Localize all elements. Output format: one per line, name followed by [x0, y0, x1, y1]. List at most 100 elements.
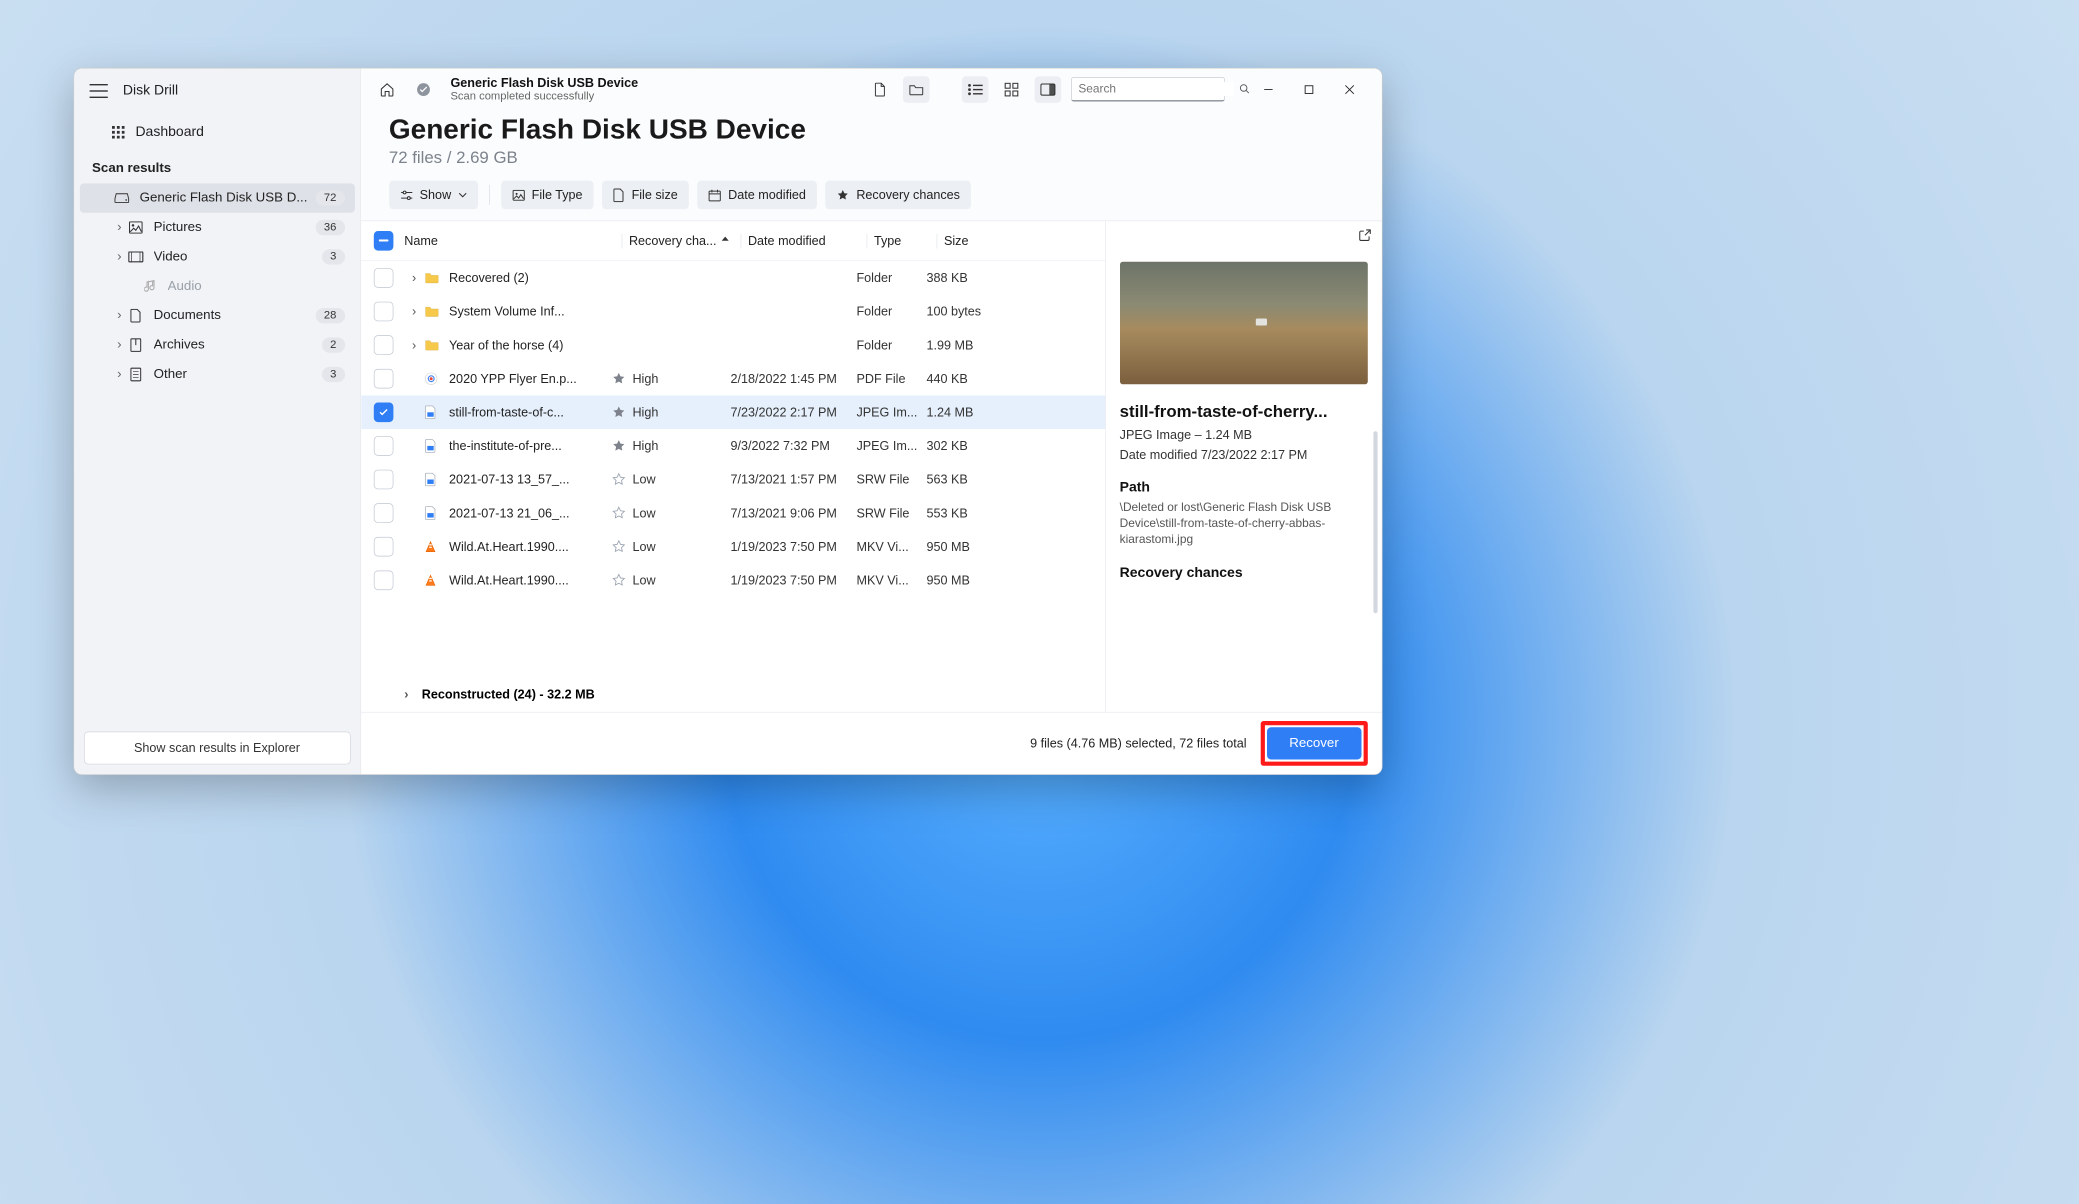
table-row[interactable]: 2021-07-13 13_57_...Low7/13/2021 1:57 PM… — [361, 463, 1105, 497]
file-name: Wild.At.Heart.1990.... — [449, 539, 611, 554]
chevron-right-icon: › — [112, 220, 127, 235]
row-checkbox[interactable] — [373, 369, 393, 389]
date-value: 9/3/2022 7:32 PM — [730, 439, 856, 454]
row-checkbox[interactable] — [373, 403, 393, 423]
expander-icon[interactable]: › — [404, 271, 424, 286]
type-value: SRW File — [856, 506, 926, 521]
chip-recovery[interactable]: Recovery chances — [826, 181, 972, 210]
file-icon — [424, 272, 445, 285]
table-row[interactable]: 2021-07-13 21_06_...Low7/13/2021 9:06 PM… — [361, 496, 1105, 530]
sidebar: Disk Drill Dashboard Scan results Generi… — [74, 69, 361, 775]
sidebar-item-archives[interactable]: ›Archives2 — [79, 330, 354, 359]
list-view-icon[interactable] — [961, 76, 988, 103]
row-checkbox[interactable] — [373, 503, 393, 523]
preview-date: Date modified 7/23/2022 2:17 PM — [1120, 448, 1368, 463]
popout-icon[interactable] — [1358, 228, 1372, 242]
sidebar-item-count: 28 — [315, 308, 344, 323]
col-recovery-label: Recovery cha... — [629, 233, 717, 248]
recover-button[interactable]: Recover — [1267, 727, 1361, 759]
nav-dashboard-label: Dashboard — [135, 124, 203, 140]
menu-icon[interactable] — [89, 84, 107, 98]
sidebar-item-other[interactable]: ›Other3 — [79, 360, 354, 389]
star-icon — [611, 372, 632, 386]
pictures-icon — [127, 221, 144, 234]
row-checkbox[interactable] — [373, 571, 393, 591]
star-icon — [611, 506, 632, 520]
sidebar-item-count: 2 — [322, 337, 345, 352]
table-row[interactable]: Wild.At.Heart.1990....Low1/19/2023 7:50 … — [361, 564, 1105, 598]
file-icon — [424, 405, 445, 419]
archives-icon — [127, 338, 144, 352]
grid-icon — [112, 126, 125, 139]
expander-icon[interactable]: › — [404, 338, 424, 353]
chip-show[interactable]: Show — [389, 181, 478, 210]
close-button[interactable] — [1330, 77, 1369, 101]
reconstructed-group[interactable]: › Reconstructed (24) - 32.2 MB — [361, 678, 1105, 712]
table-row[interactable]: ›System Volume Inf...Folder100 bytes — [361, 295, 1105, 329]
file-icon — [424, 506, 445, 520]
home-icon[interactable] — [373, 76, 400, 103]
folder-icon[interactable] — [903, 76, 930, 103]
preview-scrollbar[interactable] — [1373, 431, 1377, 613]
row-checkbox[interactable] — [373, 470, 393, 490]
maximize-button[interactable] — [1289, 77, 1328, 101]
size-value: 100 bytes — [926, 304, 1003, 319]
col-type[interactable]: Type — [866, 233, 936, 248]
table-row[interactable]: the-institute-of-pre...High9/3/2022 7:32… — [361, 429, 1105, 463]
size-value: 440 KB — [926, 371, 1003, 386]
search-input[interactable] — [1078, 82, 1233, 96]
show-in-explorer-button[interactable]: Show scan results in Explorer — [84, 732, 351, 765]
app-title: Disk Drill — [123, 83, 178, 99]
grid-view-icon[interactable] — [998, 76, 1025, 103]
chip-date-modified[interactable]: Date modified — [697, 181, 817, 210]
page-subtitle: 72 files / 2.69 GB — [389, 148, 1354, 168]
star-icon — [611, 540, 632, 554]
select-all-checkbox[interactable] — [373, 231, 393, 251]
sidebar-item-pictures[interactable]: ›Pictures36 — [79, 213, 354, 242]
toolbar-subtitle: Scan completed successfully — [450, 90, 638, 103]
chevron-right-icon: › — [112, 249, 127, 264]
chip-file-type[interactable]: File Type — [501, 181, 594, 210]
type-value: PDF File — [856, 371, 926, 386]
table-row[interactable]: 2020 YPP Flyer En.p...High2/18/2022 1:45… — [361, 362, 1105, 396]
row-checkbox[interactable] — [373, 335, 393, 355]
document-icon[interactable] — [866, 76, 893, 103]
table-row[interactable]: ›Recovered (2)Folder388 KB — [361, 261, 1105, 295]
recovery-value: Low — [632, 539, 730, 554]
table-row[interactable]: ›Year of the horse (4)Folder1.99 MB — [361, 328, 1105, 362]
sidebar-device[interactable]: Generic Flash Disk USB D... 72 — [79, 183, 354, 212]
sidebar-item-label: Audio — [168, 279, 345, 294]
panel-view-icon[interactable] — [1034, 76, 1061, 103]
minimize-button[interactable] — [1248, 77, 1287, 101]
star-icon — [837, 189, 850, 202]
table-row[interactable]: still-from-taste-of-c...High7/23/2022 2:… — [361, 396, 1105, 430]
nav-dashboard[interactable]: Dashboard — [74, 116, 360, 149]
table-row[interactable]: Wild.At.Heart.1990....Low1/19/2023 7:50 … — [361, 530, 1105, 564]
sidebar-item-label: Documents — [154, 308, 316, 323]
calendar-icon — [709, 189, 722, 202]
chip-file-size[interactable]: File size — [602, 181, 689, 210]
star-icon — [611, 573, 632, 587]
sidebar-item-documents[interactable]: ›Documents28 — [79, 301, 354, 330]
type-value: MKV Vi... — [856, 573, 926, 588]
file-name: the-institute-of-pre... — [449, 439, 611, 454]
col-size[interactable]: Size — [936, 233, 1013, 248]
col-name[interactable]: Name — [404, 233, 621, 248]
col-date[interactable]: Date modified — [740, 233, 866, 248]
sidebar-device-count: 72 — [315, 190, 344, 205]
chevron-right-icon: › — [112, 337, 127, 352]
chip-file-size-label: File size — [632, 188, 678, 203]
recovery-value: Low — [632, 506, 730, 521]
row-checkbox[interactable] — [373, 537, 393, 557]
file-name: Year of the horse (4) — [449, 338, 611, 353]
expander-icon[interactable]: › — [404, 304, 424, 319]
sidebar-item-label: Video — [154, 249, 322, 264]
row-checkbox[interactable] — [373, 436, 393, 456]
search-box[interactable] — [1071, 77, 1225, 102]
row-checkbox[interactable] — [373, 268, 393, 288]
sidebar-item-video[interactable]: ›Video3 — [79, 242, 354, 271]
col-recovery[interactable]: Recovery cha... — [621, 233, 740, 248]
star-icon — [611, 473, 632, 487]
sidebar-item-audio[interactable]: Audio — [79, 272, 354, 301]
row-checkbox[interactable] — [373, 302, 393, 322]
